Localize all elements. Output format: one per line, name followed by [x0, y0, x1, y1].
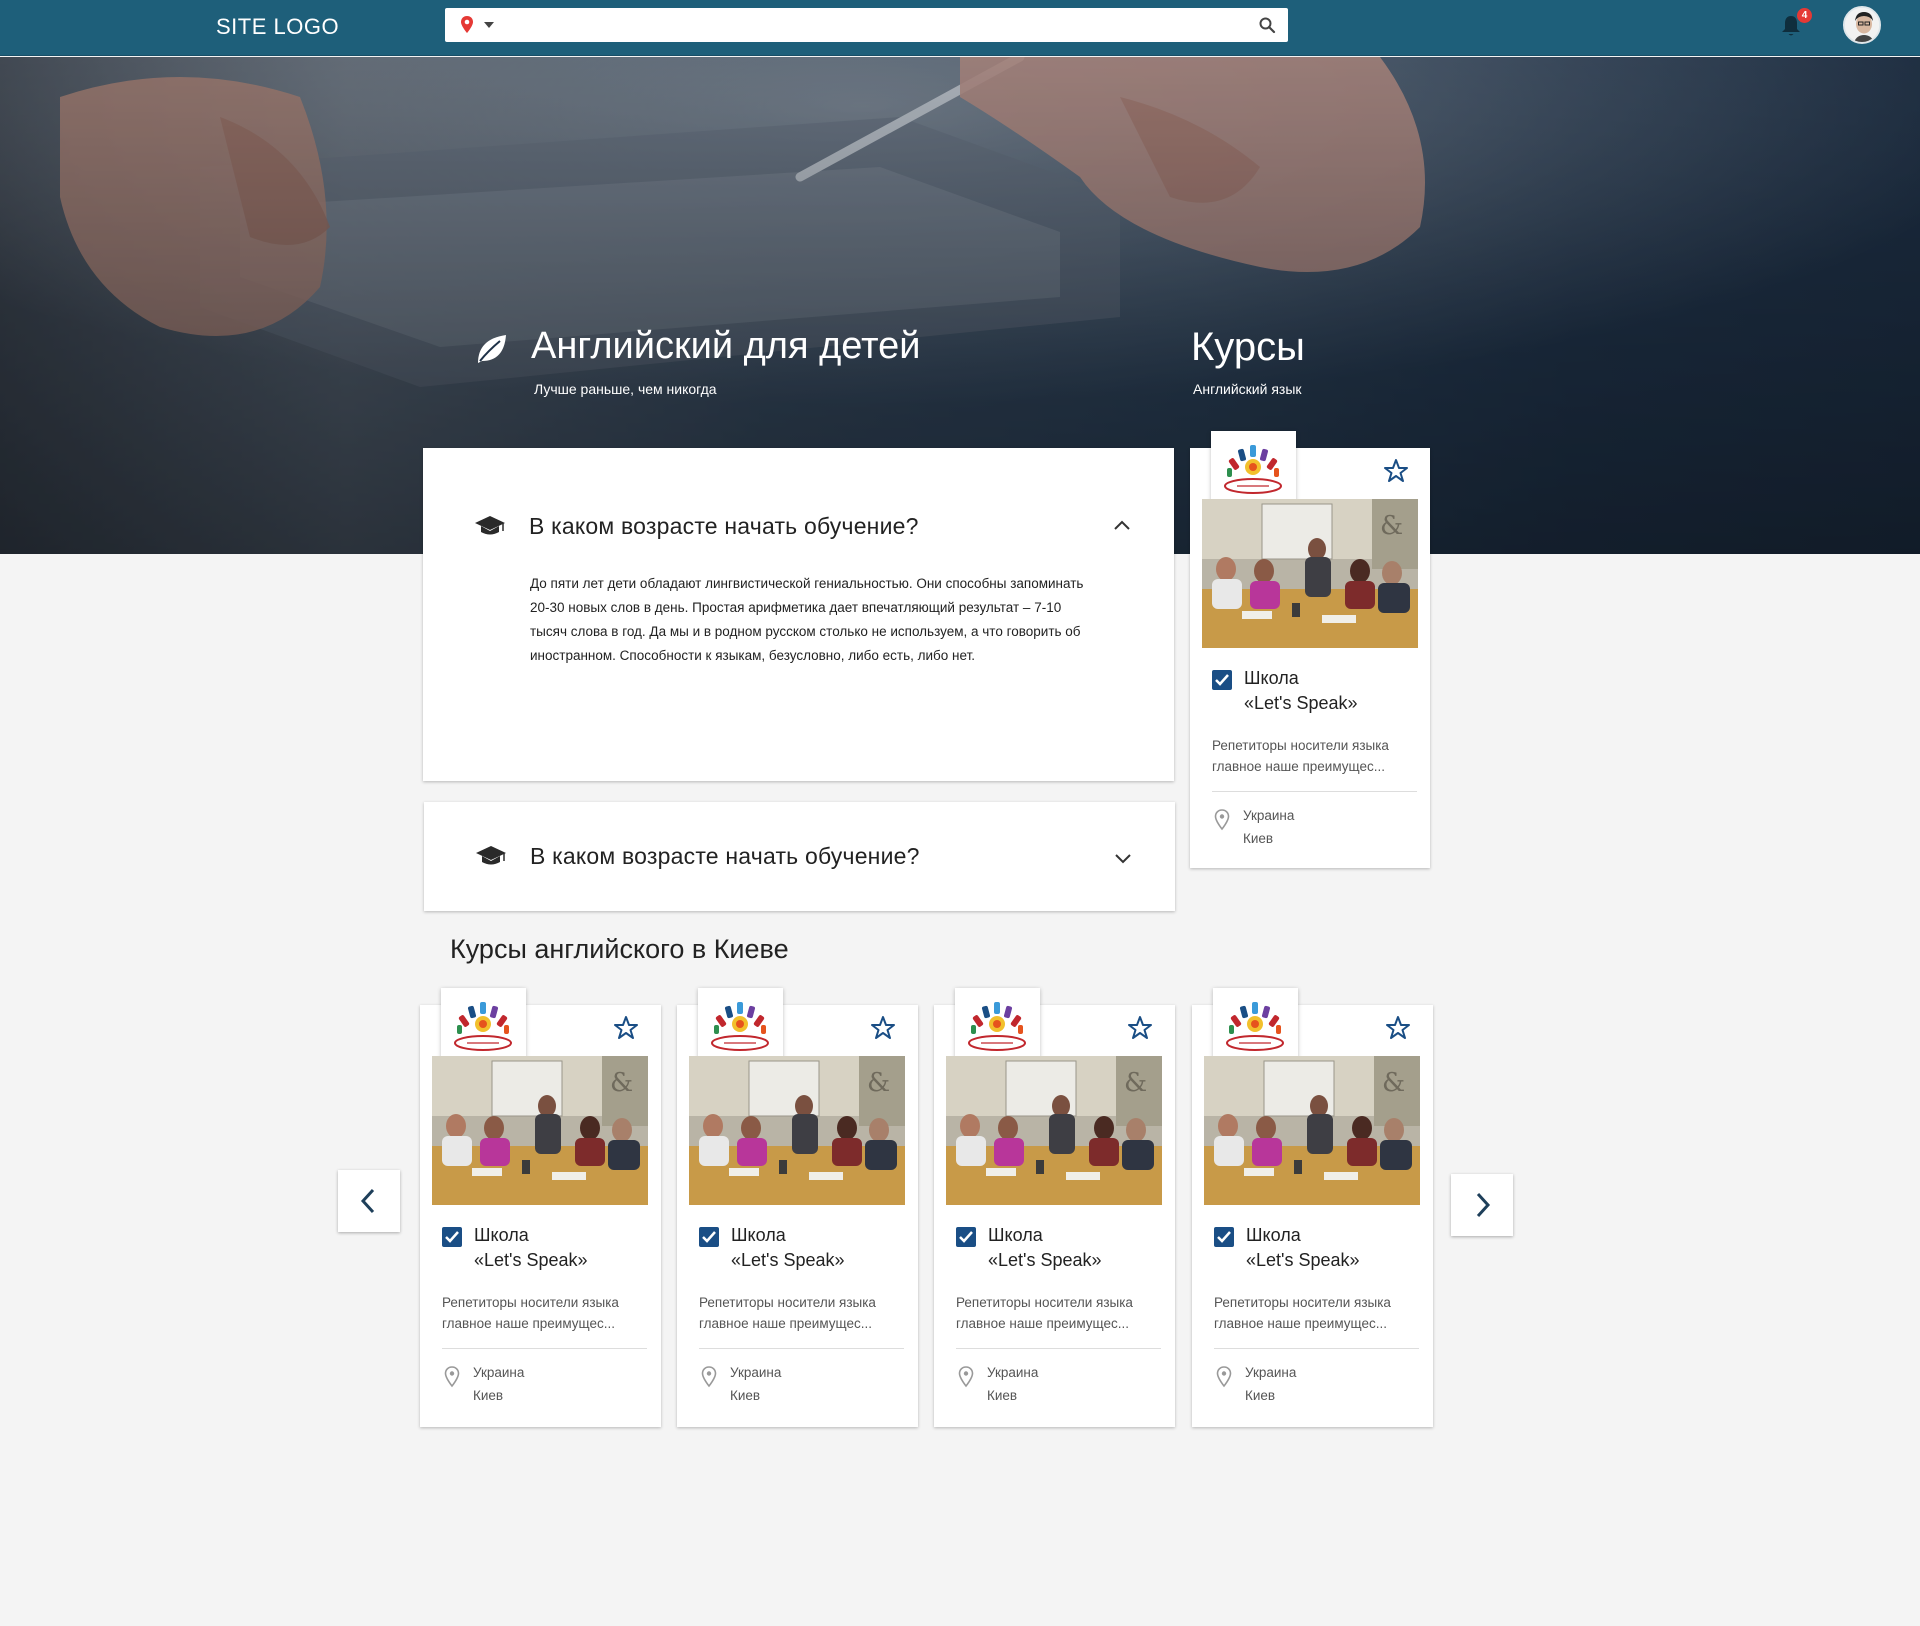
card-divider — [1214, 1348, 1419, 1349]
svg-text:&: & — [1124, 1068, 1147, 1098]
avatar-image — [1845, 8, 1879, 42]
faq-item-expanded: В каком возрасте начать обучение? До пят… — [423, 448, 1174, 781]
location-pin-icon — [1216, 1366, 1232, 1388]
avatar[interactable] — [1843, 6, 1881, 44]
hero-right-title: Курсы — [1191, 325, 1305, 369]
graduation-cap-icon — [476, 846, 506, 865]
school-name-sub[interactable]: «Let's Speak» — [1244, 693, 1358, 714]
school-country: Украина — [987, 1365, 1039, 1380]
chevron-right-icon — [1476, 1192, 1491, 1218]
notification-badge: 4 — [1797, 8, 1812, 23]
school-card[interactable]: & Школа «Let's Speak» Репетиторы носител… — [420, 988, 661, 1427]
school-name-sub[interactable]: «Let's Speak» — [474, 1250, 588, 1271]
school-name-sub[interactable]: «Let's Speak» — [731, 1250, 845, 1271]
faq-answer: До пяти лет дети обладают лингвистическо… — [530, 576, 1084, 663]
verified-checkbox-icon — [699, 1227, 719, 1247]
school-card[interactable]: & Школа «Let's Speak» Репетиторы носител… — [677, 988, 918, 1427]
school-card[interactable]: & Школа «Let's Speak» Репетиторы носител… — [1192, 988, 1433, 1427]
school-photo: & — [689, 1056, 905, 1205]
school-description: Репетиторы носители языка главное наше п… — [442, 1295, 619, 1331]
search-icon[interactable] — [1258, 16, 1276, 34]
school-city: Киев — [730, 1388, 761, 1403]
location-pin-icon[interactable] — [457, 15, 477, 35]
school-city: Киев — [1245, 1388, 1276, 1403]
svg-text:&: & — [867, 1068, 890, 1098]
school-city: Киев — [1243, 831, 1274, 846]
top-bar: SITE LOGO 4 — [0, 0, 1920, 56]
card-divider — [442, 1348, 647, 1349]
school-name[interactable]: Школа — [988, 1225, 1043, 1246]
school-card[interactable]: & Школа «Let's Speak» Репетиторы носител… — [934, 988, 1175, 1427]
school-name[interactable]: Школа — [474, 1225, 529, 1246]
school-card-featured[interactable]: & Школа «Let's Speak» Репетиторы носител… — [1190, 431, 1430, 868]
star-icon[interactable] — [1383, 458, 1409, 484]
school-name-sub[interactable]: «Let's Speak» — [988, 1250, 1102, 1271]
chevron-down-icon[interactable] — [1113, 848, 1133, 868]
faq-question[interactable]: В каком возрасте начать обучение? — [530, 843, 920, 870]
carousel-prev-button[interactable] — [338, 1170, 400, 1232]
caret-down-icon[interactable] — [484, 22, 494, 28]
carousel-next-button[interactable] — [1451, 1174, 1513, 1236]
school-name[interactable]: Школа — [731, 1225, 786, 1246]
star-icon[interactable] — [870, 1015, 896, 1041]
school-photo: & — [1204, 1056, 1420, 1205]
svg-text:&: & — [610, 1068, 633, 1098]
school-country: Украина — [1245, 1365, 1297, 1380]
card-divider — [699, 1348, 904, 1349]
school-country: Украина — [473, 1365, 525, 1380]
search-input[interactable] — [505, 12, 1245, 38]
hero-subtitle: Лучше раньше, чем никогда — [534, 381, 717, 397]
card-divider — [1212, 791, 1417, 792]
school-name-sub[interactable]: «Let's Speak» — [1246, 1250, 1360, 1271]
location-pin-icon — [1214, 809, 1230, 831]
leaf-icon — [478, 335, 506, 363]
faq-item-collapsed[interactable]: В каком возрасте начать обучение? — [424, 802, 1175, 911]
section-title: Курсы английского в Киеве — [450, 934, 789, 964]
location-pin-icon — [958, 1366, 974, 1388]
verified-checkbox-icon — [442, 1227, 462, 1247]
star-icon[interactable] — [1127, 1015, 1153, 1041]
svg-text:&: & — [1380, 511, 1403, 541]
graduation-cap-icon — [475, 516, 505, 535]
school-description: Репетиторы носители языка главное наше п… — [1214, 1295, 1391, 1331]
school-name[interactable]: Школа — [1244, 668, 1299, 689]
faq-question[interactable]: В каком возрасте начать обучение? — [529, 513, 919, 540]
hero-title: Английский для детей — [531, 325, 921, 367]
card-divider — [956, 1348, 1161, 1349]
school-photo: & — [1202, 499, 1418, 648]
hero-right-subtitle: Английский язык — [1193, 381, 1302, 397]
school-name[interactable]: Школа — [1246, 1225, 1301, 1246]
star-icon[interactable] — [1385, 1015, 1411, 1041]
school-city: Киев — [473, 1388, 504, 1403]
school-description: Репетиторы носители языка главное наше п… — [956, 1295, 1133, 1331]
school-description: Репетиторы носители языка главное наше п… — [699, 1295, 876, 1331]
verified-checkbox-icon — [956, 1227, 976, 1247]
school-photo: & — [432, 1056, 648, 1205]
svg-text:&: & — [1382, 1068, 1405, 1098]
location-pin-icon — [701, 1366, 717, 1388]
star-icon[interactable] — [613, 1015, 639, 1041]
school-photo: & — [946, 1056, 1162, 1205]
school-description: Репетиторы носители языка главное наше п… — [1212, 738, 1389, 774]
chevron-left-icon — [360, 1188, 375, 1214]
school-city: Киев — [987, 1388, 1018, 1403]
search-bar — [445, 8, 1288, 42]
verified-checkbox-icon — [1214, 1227, 1234, 1247]
chevron-up-icon[interactable] — [1112, 516, 1132, 536]
site-logo[interactable]: SITE LOGO — [216, 14, 339, 40]
verified-checkbox-icon — [1212, 670, 1232, 690]
school-country: Украина — [1243, 808, 1295, 823]
location-pin-icon — [444, 1366, 460, 1388]
school-country: Украина — [730, 1365, 782, 1380]
